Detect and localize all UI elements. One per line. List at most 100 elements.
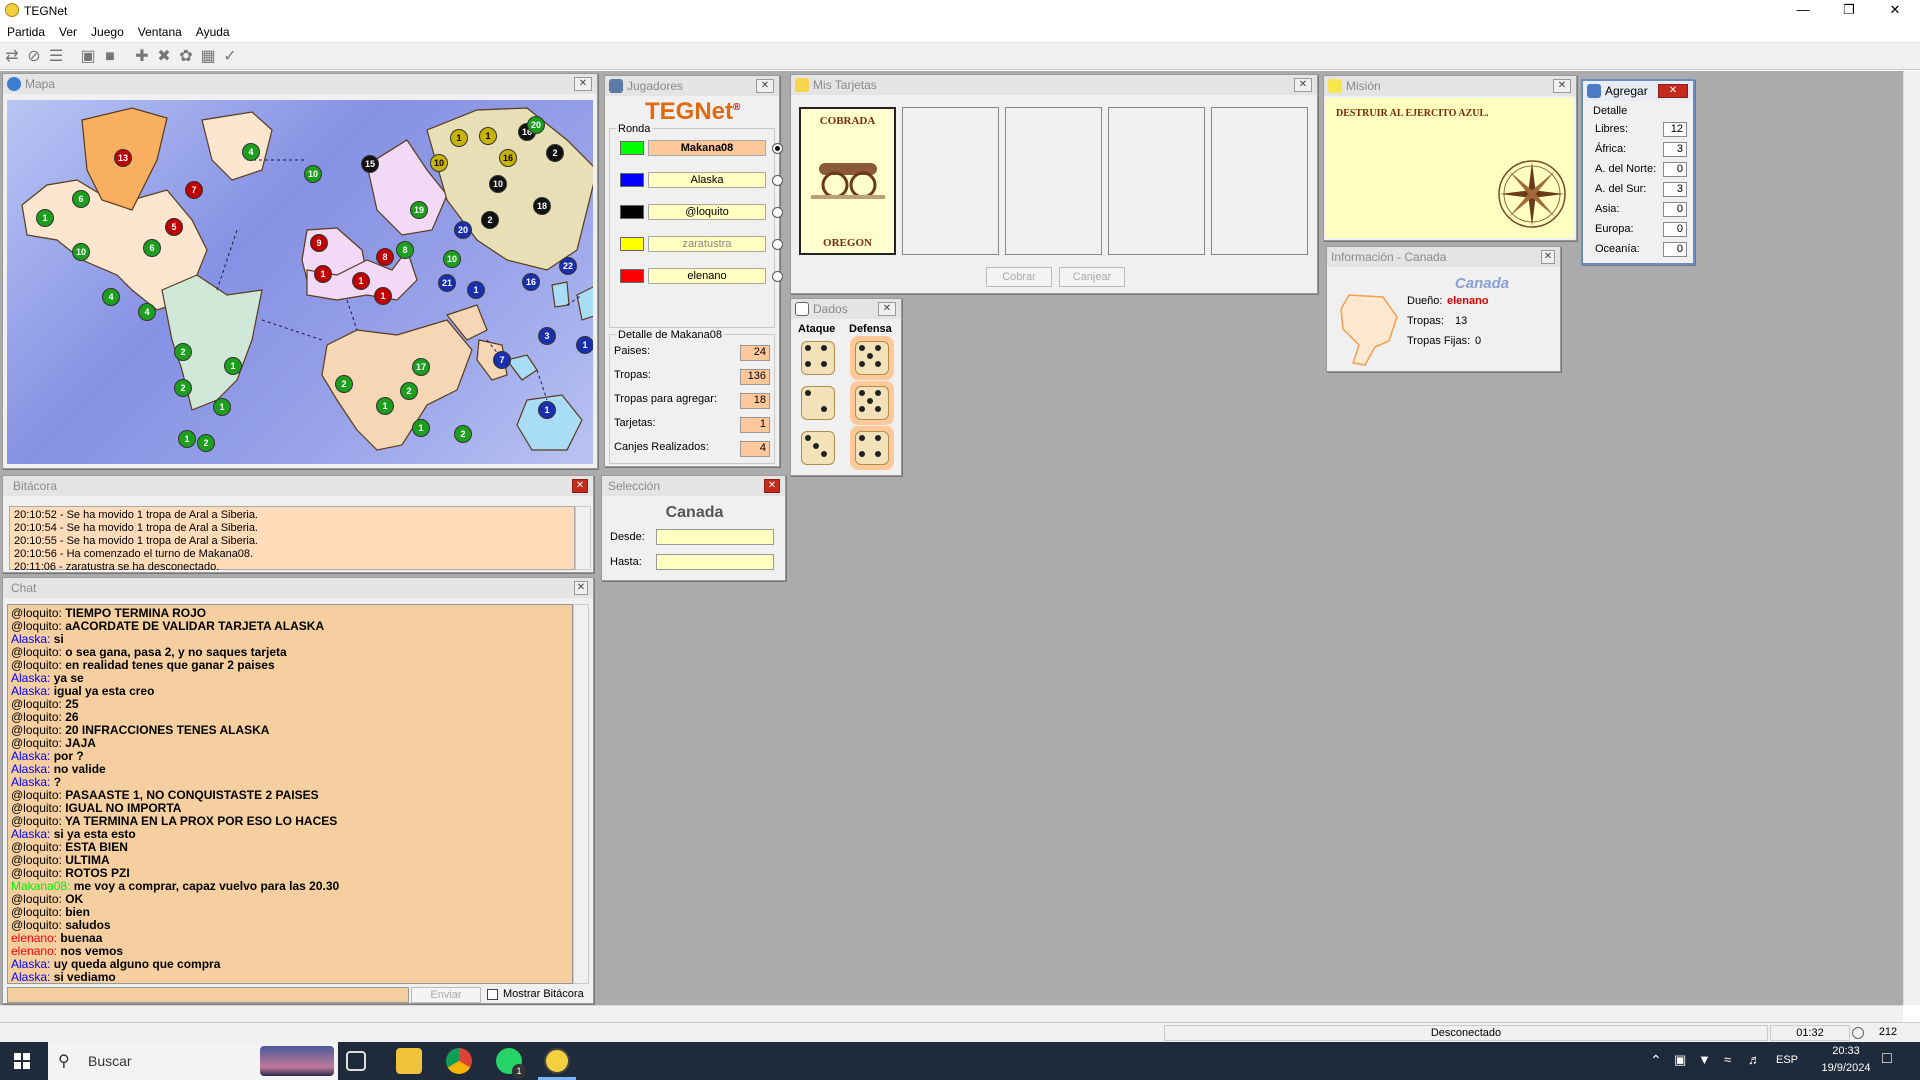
to-field[interactable]: [656, 554, 774, 570]
attack-icon[interactable]: ✖: [154, 47, 174, 67]
world-map[interactable]: 13 7 5 6 1 4 10 6 4 4 2 2 1 1 1 2 10 15 9 19 8 8 1 1 1 1 1 10 16 16 10…: [7, 100, 593, 464]
card-icon[interactable]: ▦: [198, 47, 218, 67]
chat-scrollbar[interactable]: [573, 604, 589, 984]
army-marker: 13: [114, 149, 132, 167]
taskbar-clock[interactable]: 20:33: [1816, 1045, 1876, 1057]
chat-text: ya se: [50, 671, 84, 685]
volume-icon[interactable]: ♬: [1748, 1052, 1761, 1067]
defense-die: [855, 431, 889, 465]
chat-window-titlebar: Chat ✕: [3, 578, 593, 598]
window-title: TEGNet: [24, 4, 68, 18]
list-icon[interactable]: ☰: [46, 47, 66, 67]
army-marker: 1: [576, 336, 593, 354]
task-view-icon[interactable]: [346, 1051, 366, 1071]
map-close-button[interactable]: ✕: [574, 77, 592, 91]
mission-window-title: Misión: [1346, 79, 1381, 93]
vertical-scrollbar[interactable]: [1903, 71, 1920, 1005]
window-icon[interactable]: ▣: [78, 47, 98, 67]
player-row-elenano[interactable]: elenano: [620, 267, 783, 285]
menu-juego[interactable]: Juego: [84, 22, 131, 42]
attack-die: [801, 341, 835, 375]
cobrar-button[interactable]: Cobrar: [986, 267, 1052, 287]
regroup-icon[interactable]: ✿: [176, 47, 196, 67]
selection-close-button[interactable]: ✕: [764, 479, 780, 493]
whatsapp-icon[interactable]: 1: [496, 1048, 526, 1078]
player-radio-selected[interactable]: [772, 143, 783, 154]
add-close-button[interactable]: ✕: [1658, 84, 1688, 98]
show-log-label: Mostrar Bitácora: [503, 988, 584, 1000]
menu-ver[interactable]: Ver: [52, 22, 84, 42]
chat-close-button[interactable]: ✕: [574, 581, 588, 595]
chat-author: @loquito:: [11, 788, 62, 802]
notifications-icon[interactable]: □: [1882, 1050, 1892, 1068]
whatsapp-badge: 1: [512, 1064, 526, 1078]
chrome-icon[interactable]: [446, 1048, 472, 1074]
chevron-up-icon[interactable]: ⌃: [1650, 1052, 1662, 1069]
file-explorer-icon[interactable]: [396, 1048, 422, 1074]
player-radio[interactable]: [772, 239, 783, 250]
wifi-icon[interactable]: ≈: [1724, 1052, 1731, 1067]
windows-start-icon[interactable]: [14, 1053, 30, 1069]
chat-text: uy queda alguno que compra: [50, 957, 221, 971]
menu-ayuda[interactable]: Ayuda: [189, 22, 237, 42]
dice-close-button[interactable]: ✕: [878, 302, 896, 316]
players-close-button[interactable]: ✕: [756, 79, 774, 93]
player-row-loquito[interactable]: @loquito: [620, 203, 783, 221]
stat-value: 18: [740, 393, 770, 409]
send-button[interactable]: Enviar: [411, 987, 481, 1003]
tegnet-taskbar-icon[interactable]: [544, 1048, 570, 1074]
from-field[interactable]: [656, 529, 774, 545]
chat-author: @loquito:: [11, 710, 62, 724]
defense-die: [855, 386, 889, 420]
army-marker: 2: [335, 375, 353, 393]
selection-window: Selección ✕ Canada Desde: Hasta:: [601, 475, 786, 581]
player-row-zaratustra[interactable]: zaratustra: [620, 235, 783, 253]
chat-input[interactable]: [7, 987, 409, 1003]
taskbar-search[interactable]: ⚲ Buscar: [48, 1042, 338, 1080]
minimize-button[interactable]: —: [1780, 0, 1826, 22]
canjear-button[interactable]: Canjear: [1059, 267, 1125, 287]
mission-icon: [1328, 79, 1342, 93]
add-row-label: Oceanía:: [1595, 243, 1640, 255]
horizontal-scrollbar[interactable]: [0, 1005, 1903, 1022]
add-window: Agregar ✕ Detalle Libres: 12 África: 3 A…: [1581, 79, 1695, 265]
player-row-makana08[interactable]: Makana08: [620, 139, 783, 157]
player-radio[interactable]: [772, 175, 783, 186]
army-marker: 10: [430, 154, 448, 172]
menu-partida[interactable]: Partida: [0, 22, 52, 42]
chat-text: 26: [61, 710, 79, 724]
disconnect-icon[interactable]: ⊘: [24, 47, 44, 67]
add-icon[interactable]: ✚: [132, 47, 152, 67]
connection-status: Desconectado: [1164, 1025, 1768, 1041]
card-icon: [795, 78, 809, 92]
army-marker: 2: [197, 434, 215, 452]
country-card-oregon[interactable]: COBRADA OREGON: [799, 107, 896, 255]
detail-label: Detalle de Makana08: [616, 329, 724, 341]
usb-icon[interactable]: ▣: [1674, 1052, 1686, 1068]
connect-icon[interactable]: ⇄: [2, 47, 22, 67]
chat-text: IGUAL NO IMPORTA: [61, 801, 182, 815]
player-row-alaska[interactable]: Alaska: [620, 171, 783, 189]
chat-author: @loquito:: [11, 658, 62, 672]
end-turn-icon[interactable]: ✓: [220, 47, 240, 67]
chat-author: @loquito:: [11, 814, 62, 828]
info-close-button[interactable]: ✕: [1541, 250, 1555, 264]
player-radio[interactable]: [772, 271, 783, 282]
menu-ventana[interactable]: Ventana: [131, 22, 189, 42]
chat-author: elenano:: [11, 931, 58, 945]
taskbar-date[interactable]: 19/9/2024: [1816, 1062, 1876, 1074]
network-icon[interactable]: ▼: [1698, 1052, 1711, 1067]
log-scrollbar[interactable]: [575, 506, 591, 570]
mission-close-button[interactable]: ✕: [1553, 79, 1571, 93]
close-button[interactable]: ✕: [1872, 0, 1918, 22]
army-marker: 2: [481, 211, 499, 229]
stop-icon[interactable]: ■: [100, 47, 120, 67]
log-close-button[interactable]: ✕: [572, 479, 588, 493]
cards-close-button[interactable]: ✕: [1294, 78, 1312, 92]
chat-author: @loquito:: [11, 840, 62, 854]
show-log-checkbox[interactable]: [487, 989, 498, 1000]
language-indicator[interactable]: ESP: [1776, 1054, 1798, 1066]
player-radio[interactable]: [772, 207, 783, 218]
maximize-button[interactable]: ❐: [1826, 0, 1872, 22]
chat-message: Alaska: si vediamo: [11, 971, 569, 984]
